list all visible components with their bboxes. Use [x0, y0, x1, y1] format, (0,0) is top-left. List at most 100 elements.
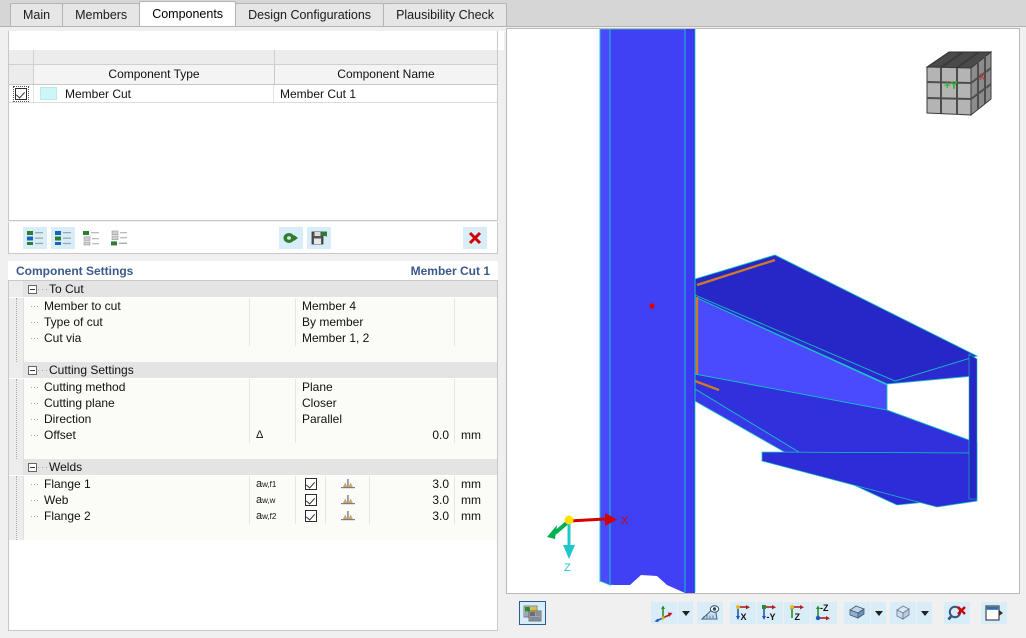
weld-type-cell[interactable] [326, 508, 370, 524]
property-row-offset[interactable]: ··· Offset Δ 0.0 mm [24, 427, 497, 443]
weld-type-cell[interactable] [326, 476, 370, 492]
property-value[interactable]: 3.0 [370, 492, 455, 508]
tab-main[interactable]: Main [10, 3, 64, 26]
property-row-cutting-method[interactable]: ··· Cutting method Plane [24, 379, 497, 395]
weld-enabled-checkbox-cell[interactable] [296, 508, 326, 524]
property-label: Flange 1 [44, 477, 91, 491]
property-row-cut-via[interactable]: ··· Cut via Member 1, 2 [24, 330, 497, 346]
property-label: Cutting method [44, 380, 126, 394]
delete-component-button[interactable] [463, 226, 487, 249]
property-unit: mm [461, 428, 481, 442]
view-minus-z-button[interactable]: -Z [811, 602, 837, 624]
column-header-checkbox [9, 65, 34, 84]
tree-connector: ··· [37, 365, 49, 375]
row-enabled-checkbox[interactable] [13, 85, 29, 102]
property-value[interactable]: By member [296, 314, 455, 330]
property-row-direction[interactable]: ··· Direction Parallel [24, 411, 497, 427]
left-panel: Components Component Type Component Name [8, 31, 504, 631]
main-tab-bar: Main Members Components Design Configura… [0, 0, 1026, 27]
model-viewport[interactable]: +Y X X Z [506, 28, 1020, 594]
section-header-cutting-settings[interactable]: ··· Cutting Settings [9, 362, 497, 379]
new-component-button[interactable] [23, 226, 47, 249]
section-label: Welds [49, 460, 83, 474]
section-body-to-cut: ··· Member to cut Member 4 ··· Type of c… [9, 298, 497, 362]
import-component-button[interactable] [79, 227, 103, 249]
save-component-button[interactable] [307, 226, 331, 249]
svg-text:Z: Z [795, 612, 801, 622]
weld-type-cell[interactable] [326, 492, 370, 508]
solid-blocks-icon [849, 605, 865, 619]
tab-components[interactable]: Components [139, 1, 237, 26]
coordinate-system-dropdown[interactable] [678, 602, 693, 624]
view-x-button[interactable]: X [730, 602, 756, 624]
property-symbol [250, 298, 296, 314]
view-z-button[interactable]: Z [784, 602, 810, 624]
row-component-name-cell[interactable]: Member Cut 1 [274, 85, 497, 102]
weld-enabled-checkbox[interactable] [304, 478, 317, 490]
property-unit [455, 298, 497, 314]
property-value[interactable]: 0.0 [296, 427, 455, 443]
grid-header-strip [9, 50, 497, 65]
transparency-dropdown[interactable] [917, 602, 932, 624]
property-value[interactable]: Member 4 [296, 298, 455, 314]
section-header-to-cut[interactable]: ··· To Cut [9, 281, 497, 298]
tab-plausibility-check[interactable]: Plausibility Check [383, 3, 508, 26]
property-row-flange-2[interactable]: ··· Flange 2 a w,f2 3.0 mm [24, 508, 497, 524]
row-component-type-cell[interactable]: Member Cut [34, 85, 274, 102]
property-symbol: a w,w [250, 492, 296, 508]
measure-button[interactable] [697, 602, 723, 624]
row-enabled-checkbox-cell[interactable] [9, 85, 34, 102]
section-header-welds[interactable]: ··· Welds [9, 459, 497, 476]
render-image-icon [523, 605, 542, 621]
display-style-button[interactable] [844, 602, 870, 624]
weld-enabled-checkbox[interactable] [304, 510, 317, 522]
property-label: Direction [44, 412, 92, 426]
chevron-down-icon [920, 610, 929, 616]
view-minus-y-button[interactable]: -Y [757, 602, 783, 624]
svg-text:-Z: -Z [820, 604, 829, 613]
export-component-button[interactable] [107, 227, 131, 249]
property-value[interactable]: Plane [296, 379, 455, 395]
weld-enabled-checkbox[interactable] [304, 494, 317, 506]
property-label: Flange 2 [44, 509, 91, 523]
weld-enabled-checkbox-cell[interactable] [296, 492, 326, 508]
table-row[interactable]: Member Cut Member Cut 1 [9, 85, 497, 103]
property-value[interactable]: 3.0 [370, 476, 455, 492]
view-z-icon: Z [790, 605, 804, 622]
property-value[interactable]: 3.0 [370, 508, 455, 524]
transparency-button[interactable] [890, 602, 916, 624]
property-label: Cutting plane [44, 396, 115, 410]
tab-design-configurations[interactable]: Design Configurations [235, 3, 385, 26]
floppy-save-icon [311, 231, 327, 244]
column-header-component-name[interactable]: Component Name [275, 65, 497, 84]
column-header-component-type[interactable]: Component Type [34, 65, 275, 84]
render-mode-button[interactable] [519, 601, 546, 625]
collapse-icon[interactable] [28, 284, 37, 294]
coordinate-system-button[interactable] [651, 602, 677, 624]
navigation-cube[interactable]: +Y X [921, 47, 995, 121]
property-value[interactable]: Parallel [296, 411, 455, 427]
property-row-flange-1[interactable]: ··· Flange 1 a w,f1 3.0 mm [24, 476, 497, 492]
property-value[interactable]: Closer [296, 395, 455, 411]
navcube-side-label: X [979, 72, 985, 82]
property-row-web[interactable]: ··· Web a w,w 3.0 mm [24, 492, 497, 508]
duplicate-component-button[interactable] [51, 226, 75, 249]
tab-members[interactable]: Members [62, 3, 141, 26]
collapse-icon[interactable] [28, 365, 37, 375]
weld-enabled-checkbox-cell[interactable] [296, 476, 326, 492]
axis-x-label: X [621, 515, 629, 527]
property-row-member-to-cut[interactable]: ··· Member to cut Member 4 [24, 298, 497, 314]
display-style-dropdown[interactable] [871, 602, 886, 624]
panel-toggle-button[interactable] [981, 602, 1007, 624]
tree-connector: ··· [30, 382, 39, 392]
property-row-cutting-plane[interactable]: ··· Cutting plane Closer [24, 395, 497, 411]
tree-connector: ··· [30, 333, 39, 343]
load-component-button[interactable] [279, 226, 303, 249]
property-symbol [250, 314, 296, 330]
tree-connector: ··· [37, 462, 49, 472]
tree-connector: ··· [30, 398, 39, 408]
property-value[interactable]: Member 1, 2 [296, 330, 455, 346]
collapse-icon[interactable] [28, 462, 37, 472]
property-row-type-of-cut[interactable]: ··· Type of cut By member [24, 314, 497, 330]
zoom-reset-button[interactable] [944, 602, 970, 624]
